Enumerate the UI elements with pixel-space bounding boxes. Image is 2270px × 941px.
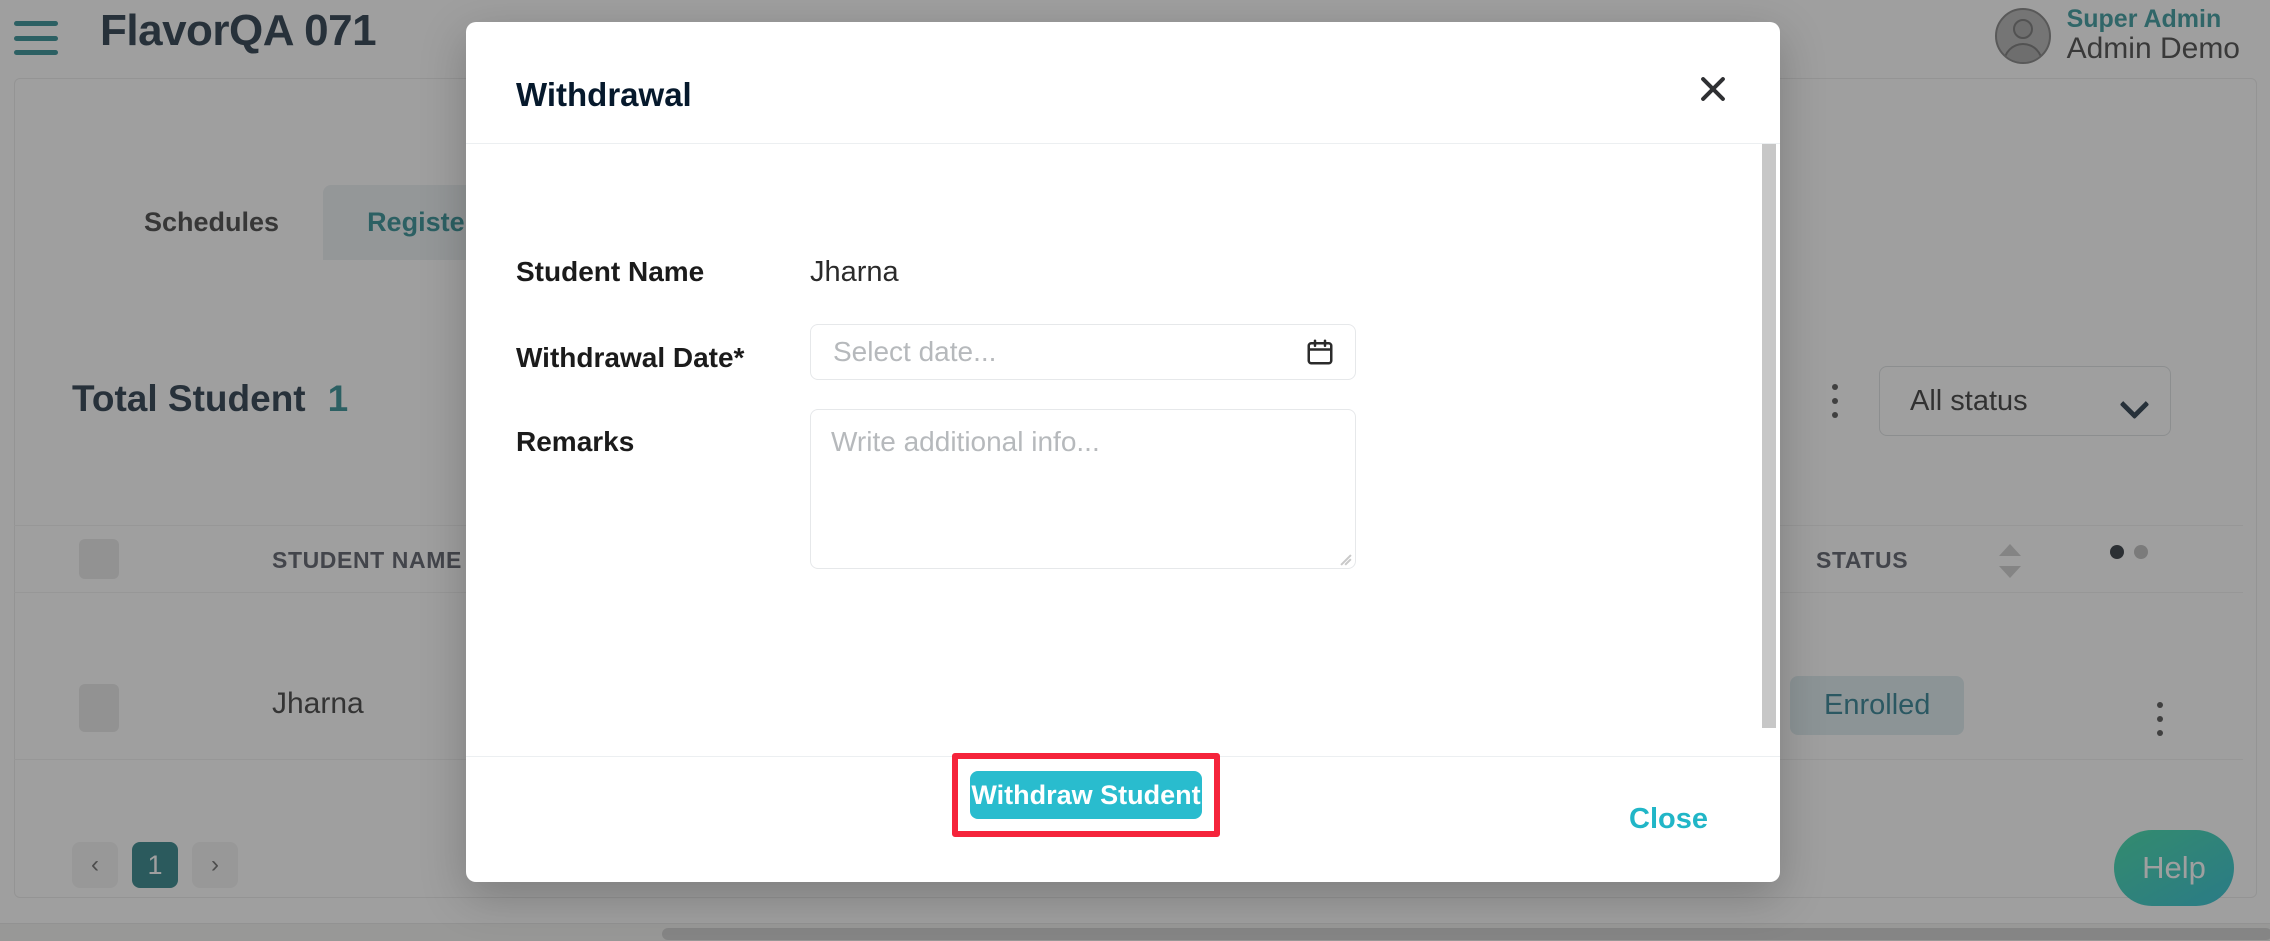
modal-body: Student Name Jharna Withdrawal Date* Sel… [466, 144, 1780, 756]
withdrawal-modal: Withdrawal Student Name Jharna Withdrawa… [466, 22, 1780, 882]
value-student-name: Jharna [810, 256, 899, 289]
field-remarks: Remarks [516, 426, 634, 458]
modal-footer: Close Withdraw Student [466, 756, 1780, 882]
close-button[interactable]: Close [1611, 791, 1726, 848]
app-root: FlavorQA 071 Super Admin Admin Demo Sche… [0, 0, 2270, 941]
field-withdrawal-date: Withdrawal Date* [516, 342, 744, 374]
withdrawal-date-input[interactable]: Select date... [810, 324, 1356, 380]
withdrawal-date-placeholder: Select date... [833, 336, 996, 368]
label-student-name: Student Name [516, 256, 704, 288]
modal-vertical-scrollbar[interactable] [1762, 144, 1776, 728]
label-withdrawal-date: Withdrawal Date* [516, 342, 744, 374]
close-icon[interactable] [1694, 70, 1732, 108]
calendar-icon [1305, 337, 1335, 367]
remarks-textarea[interactable] [810, 409, 1356, 569]
label-remarks: Remarks [516, 426, 634, 458]
modal-title: Withdrawal [516, 76, 692, 114]
modal-header: Withdrawal [466, 22, 1780, 144]
withdraw-student-button[interactable]: Withdraw Student [970, 771, 1202, 819]
field-student-name: Student Name [516, 256, 704, 288]
